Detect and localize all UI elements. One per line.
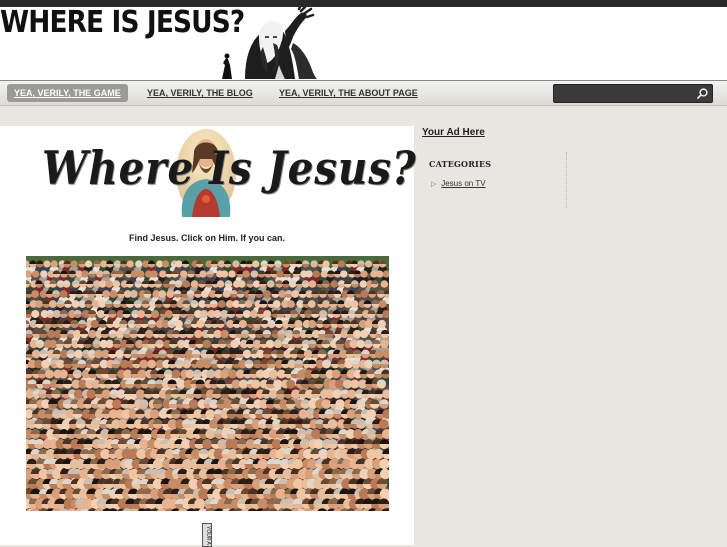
crowd-photo[interactable] [26, 256, 389, 511]
crowd-image [26, 256, 389, 511]
search-input[interactable] [558, 86, 694, 100]
nav-item-game[interactable]: YEA, VERILY, THE GAME [7, 84, 128, 102]
nav-item-blog[interactable]: YEA, VERILY, THE BLOG [147, 84, 253, 102]
game-logo-text: Where Is Jesus? [42, 141, 417, 195]
category-link-jesus-on-tv[interactable]: Jesus on TV [441, 179, 485, 188]
triangle-right-icon: ▷ [431, 181, 437, 188]
bottom-tab[interactable]: YOUR A [202, 523, 212, 547]
search-box [553, 84, 713, 103]
main-navigation: YEA, VERILY, THE GAME YEA, VERILY, THE B… [0, 80, 727, 106]
game-logo[interactable]: Where Is Jesus? [42, 129, 417, 224]
nav-item-about[interactable]: YEA, VERILY, THE ABOUT PAGE [279, 84, 418, 102]
ad-link[interactable]: Your Ad Here [422, 127, 485, 138]
site-header: WHERE IS JESUS? [0, 5, 727, 80]
game-instructions: Find Jesus. Click on Him. If you can. [128, 233, 286, 243]
jesus-figure-illustration [222, 7, 317, 79]
search-icon[interactable] [696, 87, 709, 100]
category-item: ▷ Jesus on TV [431, 179, 486, 188]
categories-heading: CATEGORIES [429, 159, 492, 169]
site-title[interactable]: WHERE IS JESUS? [0, 5, 245, 40]
main-content: Where Is Jesus? Find Jesus. Click on Him… [0, 126, 417, 547]
sidebar-divider [566, 152, 567, 208]
